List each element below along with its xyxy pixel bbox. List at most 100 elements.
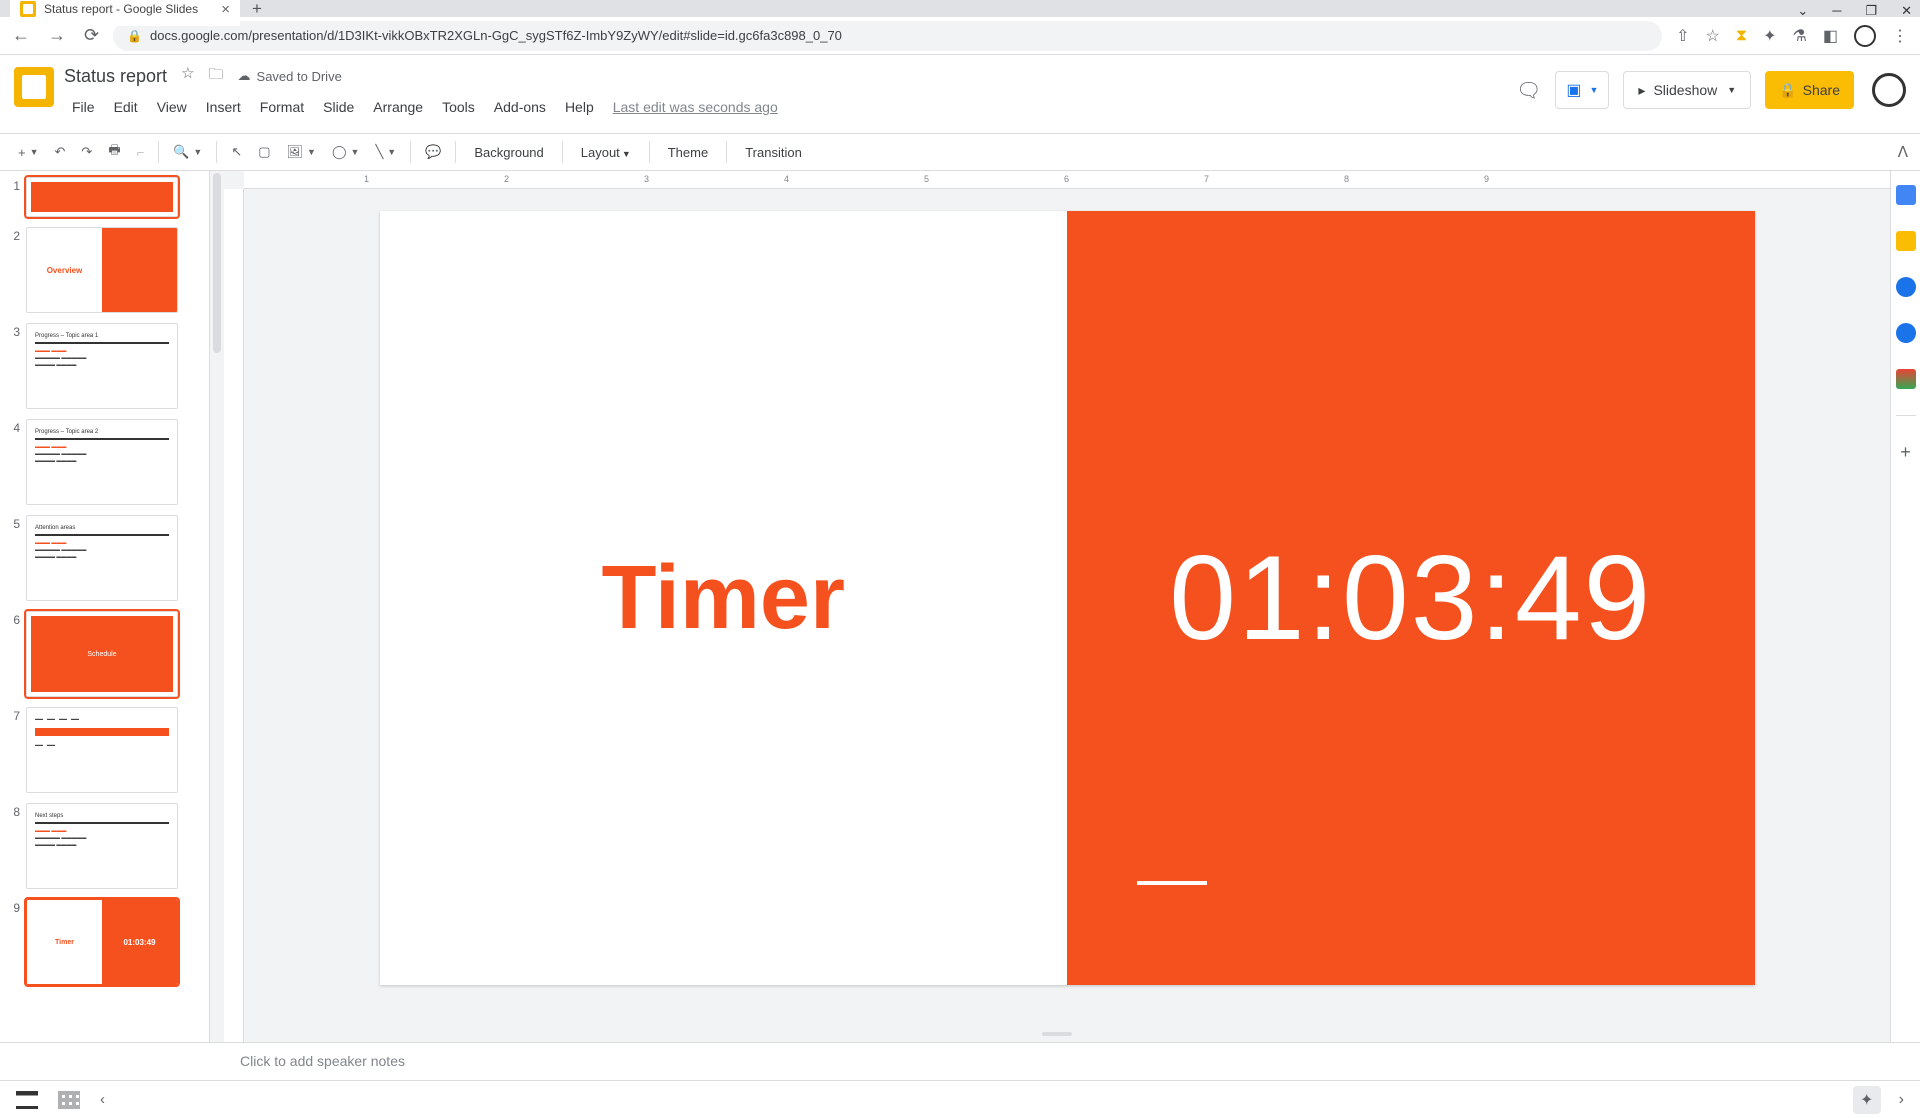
menu-arrange[interactable]: Arrange [365, 95, 431, 119]
slide-timer-region[interactable]: 01:03:49 [1067, 211, 1755, 985]
share-button[interactable]: 🔒 Share [1765, 71, 1854, 109]
minimize-icon[interactable]: ─ [1832, 3, 1841, 19]
slide-title[interactable]: Timer [602, 547, 845, 650]
menu-format[interactable]: Format [252, 95, 312, 119]
grid-view-button[interactable] [58, 1091, 80, 1109]
undo-button[interactable]: ↶ [49, 140, 72, 164]
slide-number: 4 [8, 419, 20, 435]
maximize-icon[interactable]: ❐ [1865, 3, 1877, 19]
back-icon[interactable]: ← [12, 25, 30, 46]
reload-icon[interactable]: ⟳ [84, 25, 99, 46]
filmstrip[interactable]: 1 2Overview 3Progress – Topic area 1▬▬▬ ▬▬… [0, 171, 210, 1042]
side-panel: + [1890, 171, 1920, 1042]
new-slide-button[interactable]: +▼ [12, 141, 45, 164]
menu-bar: File Edit View Insert Format Slide Arran… [64, 95, 1506, 119]
transition-button[interactable]: Transition [735, 141, 812, 164]
new-tab-button[interactable]: + [252, 0, 262, 19]
slide-number: 3 [8, 323, 20, 339]
main-area: 1 2Overview 3Progress – Topic area 1▬▬▬ ▬▬… [0, 171, 1920, 1042]
paint-format-button[interactable]: ⌐ [131, 141, 151, 164]
slide-thumbnail[interactable]: 3Progress – Topic area 1▬▬▬ ▬▬▬▬▬▬▬▬ ▬▬▬… [8, 323, 209, 409]
play-icon: ▸ [1638, 82, 1645, 99]
browser-chrome: Status report - Google Slides × + ⌄ ─ ❐ … [0, 0, 1920, 55]
timer-value[interactable]: 01:03:49 [1169, 529, 1652, 667]
slide-thumbnail[interactable]: 9Timer01:03:49 [8, 899, 209, 985]
slide-thumbnail[interactable]: 1 [8, 177, 209, 217]
extensions-icon[interactable]: ✦ [1763, 26, 1776, 46]
toolbar: +▼ ↶ ↷ 🖶 ⌐ 🔍▼ ↖ ▢ 🖼▼ ◯▼ ╲▼ 💬 Background … [0, 133, 1920, 171]
forward-icon[interactable]: → [48, 25, 66, 46]
textbox-tool[interactable]: ▢ [252, 140, 276, 164]
close-window-icon[interactable]: ✕ [1901, 3, 1912, 19]
menu-insert[interactable]: Insert [198, 95, 249, 119]
tasks-icon[interactable] [1896, 277, 1916, 297]
present-dropdown-button[interactable]: ▣▼ [1555, 71, 1609, 109]
collapse-toolbar-icon[interactable]: ᐱ [1898, 143, 1908, 161]
add-panel-icon[interactable]: + [1900, 442, 1911, 463]
notes-resize-handle[interactable] [1042, 1032, 1072, 1036]
slide-number: 6 [8, 611, 20, 627]
maps-icon[interactable] [1896, 369, 1916, 389]
layout-button[interactable]: Layout▼ [571, 141, 641, 164]
save-status[interactable]: ☁ Saved to Drive [238, 64, 342, 89]
zoom-button[interactable]: 🔍▼ [167, 140, 208, 164]
footer: ‹ ✦ › [0, 1080, 1920, 1118]
browser-menu-icon[interactable]: ⋮ [1892, 26, 1908, 46]
select-tool[interactable]: ↖ [225, 140, 248, 164]
bookmark-icon[interactable]: ☆ [1706, 26, 1720, 46]
menu-addons[interactable]: Add-ons [486, 95, 554, 119]
account-avatar[interactable] [1872, 73, 1906, 107]
redo-button[interactable]: ↷ [75, 140, 98, 164]
extension-hourglass-icon[interactable]: ⧗ [1736, 27, 1747, 45]
keep-icon[interactable] [1896, 231, 1916, 251]
document-title[interactable]: Status report [64, 66, 167, 87]
image-tool[interactable]: 🖼▼ [281, 140, 322, 164]
menu-slide[interactable]: Slide [315, 95, 362, 119]
side-panel-icon[interactable]: ◧ [1823, 26, 1838, 46]
chevron-down-icon[interactable]: ⌄ [1797, 3, 1808, 19]
slide-thumbnail[interactable]: 8Next steps▬▬▬ ▬▬▬▬▬▬▬▬ ▬▬▬▬▬▬▬▬▬ ▬▬▬▬ [8, 803, 209, 889]
slideshow-button[interactable]: ▸ Slideshow ▼ [1623, 71, 1751, 109]
extension-lab-icon[interactable]: ⚗ [1793, 26, 1807, 46]
slide-text-region[interactable]: Timer [380, 211, 1068, 985]
menu-help[interactable]: Help [557, 95, 602, 119]
theme-button[interactable]: Theme [658, 141, 718, 164]
slide-thumbnail[interactable]: 2Overview [8, 227, 209, 313]
slide-thumbnail[interactable]: 5Attention areas▬▬▬ ▬▬▬▬▬▬▬▬ ▬▬▬▬▬▬▬▬▬ ▬… [8, 515, 209, 601]
filmstrip-scrollbar[interactable] [210, 171, 224, 1042]
slide-thumbnail[interactable]: 7▬▬▬▬▬▬▬▬▬▬▬▬ [8, 707, 209, 793]
slide-thumbnail[interactable]: 4Progress – Topic area 2▬▬▬ ▬▬▬▬▬▬▬▬ ▬▬▬… [8, 419, 209, 505]
menu-view[interactable]: View [149, 95, 195, 119]
profile-avatar-icon[interactable] [1854, 25, 1876, 47]
comment-tool[interactable]: 💬 [419, 140, 447, 164]
slide-number: 2 [8, 227, 20, 243]
slide-canvas[interactable]: Timer 01:03:49 [380, 211, 1755, 985]
lock-icon: 🔒 [1779, 82, 1796, 99]
menu-tools[interactable]: Tools [434, 95, 483, 119]
url-text: docs.google.com/presentation/d/1D3IKt-vi… [150, 28, 842, 43]
hide-side-panel-icon[interactable]: › [1899, 1091, 1904, 1109]
close-tab-icon[interactable]: × [221, 1, 230, 18]
slide-number: 7 [8, 707, 20, 723]
filmstrip-view-button[interactable] [16, 1091, 38, 1109]
slide-thumbnail[interactable]: 6Schedule [8, 611, 209, 697]
star-icon[interactable]: ☆ [181, 64, 194, 89]
browser-tab[interactable]: Status report - Google Slides × [10, 0, 240, 26]
contacts-icon[interactable] [1896, 323, 1916, 343]
slides-logo-icon[interactable] [14, 67, 54, 107]
shape-tool[interactable]: ◯▼ [326, 140, 365, 164]
calendar-icon[interactable] [1896, 185, 1916, 205]
share-url-icon[interactable]: ⇧ [1676, 26, 1689, 46]
menu-file[interactable]: File [64, 95, 103, 119]
menu-edit[interactable]: Edit [106, 95, 146, 119]
print-button[interactable]: 🖶 [102, 137, 126, 167]
collapse-filmstrip-icon[interactable]: ‹ [100, 1091, 105, 1108]
speaker-notes[interactable]: Click to add speaker notes [0, 1042, 1920, 1080]
explore-button[interactable]: ✦ [1853, 1086, 1881, 1114]
line-tool[interactable]: ╲▼ [369, 140, 402, 164]
last-edit-link[interactable]: Last edit was seconds ago [605, 95, 786, 119]
move-icon[interactable]: 🗀 [209, 64, 224, 89]
comments-button[interactable]: 🗨 [1516, 78, 1541, 103]
background-button[interactable]: Background [464, 141, 553, 164]
address-bar[interactable]: 🔒 docs.google.com/presentation/d/1D3IKt-… [113, 21, 1662, 51]
